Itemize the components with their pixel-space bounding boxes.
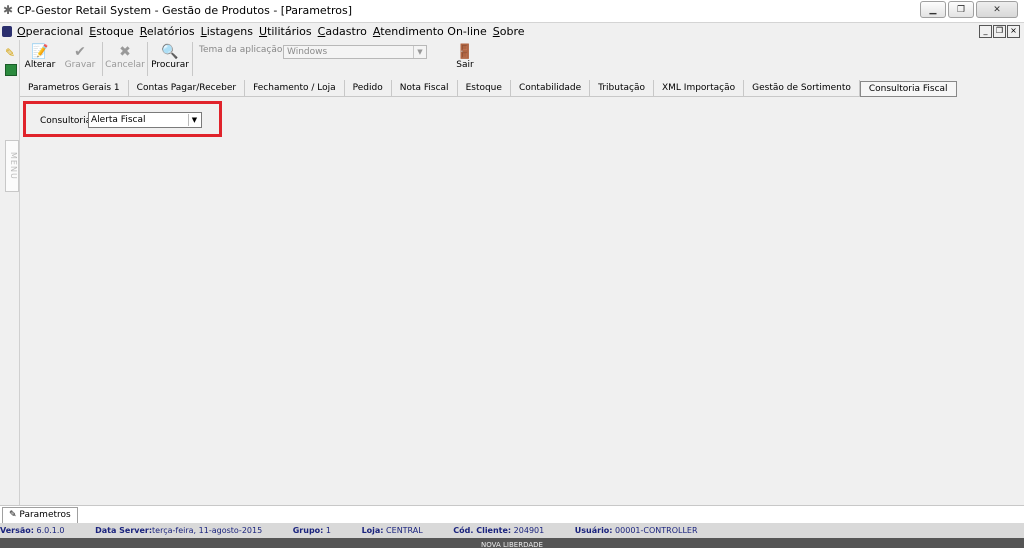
toolbar-separator [192,42,193,76]
status-usuario: Usuário: 00001-CONTROLLER [575,526,712,535]
app-icon: ✱ [3,3,14,17]
grupo-value: 1 [325,526,332,535]
pin-icon: ✎ [9,510,17,520]
dataserver-label: Data Server: [95,526,153,535]
consultoria-select[interactable]: Alerta Fiscal ▼ [88,112,202,128]
cancelar-button[interactable]: ✖ Cancelar [105,42,145,76]
mdi-restore-button[interactable]: ❐ [993,25,1006,38]
procurar-button[interactable]: 🔍 Procurar [150,42,190,76]
theme-select[interactable]: Windows ▼ [283,45,427,59]
tab-parametros-gerais-1[interactable]: Parametros Gerais 1 [20,80,129,96]
gravar-label: Gravar [64,60,96,70]
status-versao: Versão: 6.0.1.0 [0,526,79,535]
menu-bar: Operacional Estoque Relatórios Listagens… [0,23,1024,40]
tab-nota-fiscal[interactable]: Nota Fiscal [392,80,458,96]
tab-consultoria-fiscal[interactable]: Consultoria Fiscal [859,81,957,97]
toolbar-separator [147,42,148,76]
sair-button[interactable]: 🚪 Sair [445,42,485,76]
usuario-value: 00001-CONTROLLER [615,526,698,535]
dataserver-value: terça-feira, 11-agosto-2015 [152,526,263,535]
alterar-label: Alterar [24,60,56,70]
status-cliente: Cód. Cliente: 204901 [453,526,558,535]
theme-label: Tema da aplicação: [199,45,286,55]
loja-label: Loja: [361,526,384,535]
menu-cadastro[interactable]: Cadastro [318,25,367,38]
alterar-button[interactable]: 📝 Alterar [20,42,60,76]
window-title: CP-Gestor Retail System - Gestão de Prod… [17,4,353,17]
cancel-icon: ✖ [119,44,131,60]
mdi-tab-bar: ✎ Parametros [0,505,1024,523]
status-dataserver: Data Server:terça-feira, 11-agosto-2015 [95,526,276,535]
procurar-label: Procurar [151,60,189,70]
search-icon: 🔍 [161,44,179,60]
check-icon: ✔ [74,44,86,60]
menu-atendimento[interactable]: Atendimento On-line [373,25,487,38]
chevron-down-icon[interactable]: ▼ [188,114,200,126]
toolbar-separator [102,42,103,76]
footer-brand: NOVA LIBERDADE [0,538,1024,548]
restore-button[interactable]: ❐ [948,1,974,18]
grupo-label: Grupo: [292,526,324,535]
mdi-controls: _ ❐ × [978,25,1020,38]
usuario-label: Usuário: [574,526,613,535]
tab-tributacao[interactable]: Tributação [590,80,654,96]
theme-value: Windows [287,47,328,57]
menu-listagens[interactable]: Listagens [201,25,253,38]
toolbar: 📝 Alterar ✔ Gravar ✖ Cancelar 🔍 Procurar… [20,42,474,76]
cliente-value: 204901 [513,526,545,535]
tab-strip: Parametros Gerais 1 Contas Pagar/Receber… [20,80,957,97]
menu-handle[interactable]: MENU [5,140,19,192]
consultoria-value: Alerta Fiscal [91,115,146,125]
tab-estoque[interactable]: Estoque [458,80,511,96]
mdi-tab-parametros[interactable]: ✎ Parametros [2,507,78,523]
system-menu-icon[interactable] [2,26,12,37]
mdi-close-button[interactable]: × [1007,25,1020,38]
status-loja: Loja: CENTRAL [362,526,437,535]
menu-operacional[interactable]: Operacional [17,25,83,38]
sair-label: Sair [456,60,474,70]
mdi-minimize-button[interactable]: _ [979,25,992,38]
tab-contabilidade[interactable]: Contabilidade [511,80,591,96]
tab-gestao-de-sortimento[interactable]: Gestão de Sortimento [744,80,860,96]
menu-relatorios[interactable]: Relatórios [140,25,195,38]
loja-value: CENTRAL [386,526,423,535]
gravar-button[interactable]: ✔ Gravar [60,42,100,76]
cancelar-label: Cancelar [105,60,145,70]
versao-label: Versão: [0,526,34,535]
menu-utilitarios[interactable]: Utilitários [259,25,312,38]
exit-door-icon: 🚪 [456,44,474,60]
minimize-button[interactable]: ▁ [920,1,946,18]
title-bar: ✱ CP-Gestor Retail System - Gestão de Pr… [0,0,1024,23]
tab-pedido[interactable]: Pedido [345,80,392,96]
pin-icon[interactable]: ✎ [5,46,15,60]
mdi-tab-label: Parametros [19,510,71,520]
consultoria-label: Consultoria [40,116,92,126]
status-bar: Versão: 6.0.1.0 Data Server:terça-feira,… [0,523,1024,538]
arrow-icon[interactable] [5,64,17,76]
edit-icon: 📝 [31,44,49,60]
menu-sobre[interactable]: Sobre [493,25,525,38]
close-button[interactable]: ✕ [976,1,1018,18]
menu-estoque[interactable]: Estoque [89,25,133,38]
left-sidebar: ✎ MENU [0,40,20,505]
status-grupo: Grupo: 1 [293,526,345,535]
tab-contas-pagar-receber[interactable]: Contas Pagar/Receber [129,80,246,96]
versao-value: 6.0.1.0 [36,526,65,535]
window-controls: ▁ ❐ ✕ [918,1,1018,18]
cliente-label: Cód. Cliente: [453,526,512,535]
tab-fechamento-loja[interactable]: Fechamento / Loja [245,80,345,96]
tab-xml-importacao[interactable]: XML Importação [654,80,745,96]
chevron-down-icon[interactable]: ▼ [413,46,426,58]
